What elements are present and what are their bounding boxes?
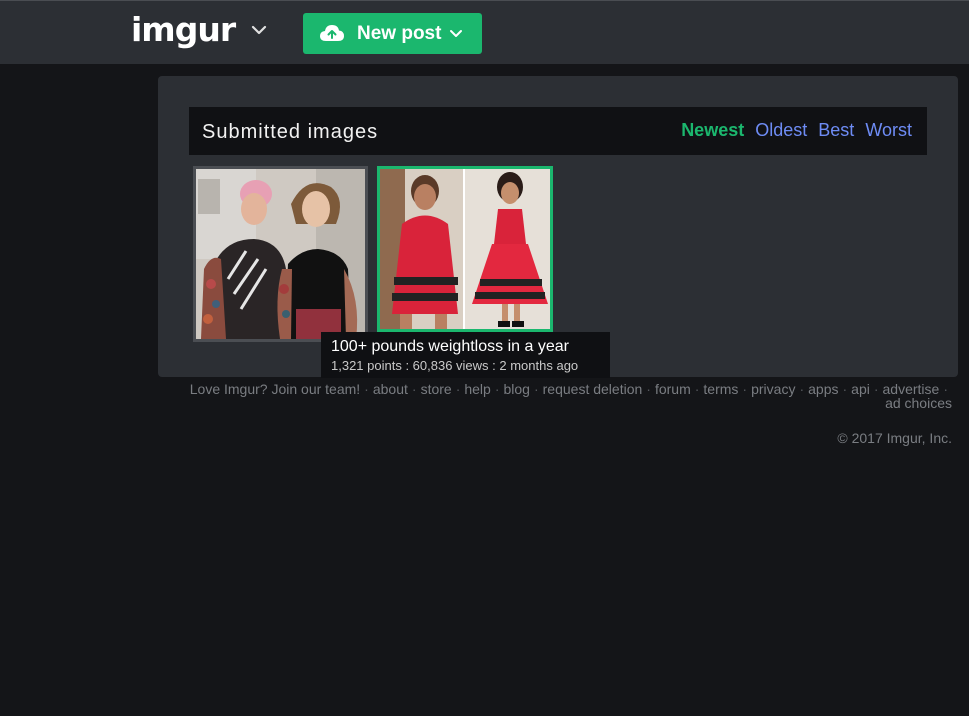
sort-best-link[interactable]: Best	[818, 120, 854, 140]
sort-newest-link[interactable]: Newest	[681, 120, 744, 140]
footer-link-apps[interactable]: apps	[808, 381, 838, 397]
footer-link-request-deletion[interactable]: request deletion	[543, 381, 643, 397]
thumbnail-image	[380, 169, 550, 329]
footer-separator: ·	[455, 381, 461, 397]
footer-separator: ·	[364, 381, 369, 397]
footer-separator: ·	[799, 381, 805, 397]
footer-separator: ·	[842, 381, 848, 397]
tooltip-stats: 1,321 points : 60,836 views : 2 months a…	[331, 358, 579, 373]
footer-separator: ·	[742, 381, 748, 397]
image-thumbnail[interactable]	[377, 166, 553, 332]
sort-oldest-link[interactable]: Oldest	[755, 120, 807, 140]
footer-separator: ·	[873, 381, 879, 397]
footer-link-help[interactable]: help	[464, 381, 490, 397]
footer-link-jobs[interactable]: Love Imgur? Join our team!	[190, 381, 360, 397]
sort-worst-link[interactable]: Worst	[865, 120, 912, 140]
tooltip-title: 100+ pounds weightloss in a year	[331, 338, 569, 355]
new-post-button[interactable]: New post	[303, 13, 482, 54]
imgur-logo[interactable]: imgur	[131, 10, 236, 50]
image-tooltip: 100+ pounds weightloss in a year 1,321 p…	[321, 332, 610, 378]
upload-cloud-icon	[320, 25, 344, 41]
footer-link-ad-choices[interactable]: ad choices	[885, 395, 952, 411]
footer-separator: ·	[646, 381, 651, 397]
footer-links: Love Imgur? Join our team! · about · store · h…	[162, 382, 952, 410]
new-post-label: New post	[357, 23, 442, 44]
chevron-down-icon[interactable]	[250, 23, 268, 37]
footer-link-privacy[interactable]: privacy	[751, 381, 795, 397]
top-navigation-bar: imgur New post	[0, 0, 969, 64]
chevron-down-icon	[450, 30, 462, 37]
footer-link-store[interactable]: store	[421, 381, 452, 397]
footer-separator: ·	[494, 381, 500, 397]
footer-separator: ·	[533, 381, 539, 397]
copyright-text: © 2017 Imgur, Inc.	[837, 430, 952, 446]
thumbnail-image	[196, 169, 365, 339]
sort-options: Newest Oldest Best Worst	[675, 119, 912, 141]
footer-link-api[interactable]: api	[851, 381, 870, 397]
footer-link-about[interactable]: about	[373, 381, 408, 397]
footer-separator: ·	[411, 381, 417, 397]
footer-link-forum[interactable]: forum	[655, 381, 691, 397]
submitted-images-header: Submitted images Newest Oldest Best Wors…	[189, 107, 927, 155]
footer-separator: ·	[694, 381, 700, 397]
footer-link-terms[interactable]: terms	[703, 381, 738, 397]
image-thumbnail[interactable]	[193, 166, 368, 342]
footer-link-blog[interactable]: blog	[504, 381, 530, 397]
section-title: Submitted images	[202, 121, 379, 143]
